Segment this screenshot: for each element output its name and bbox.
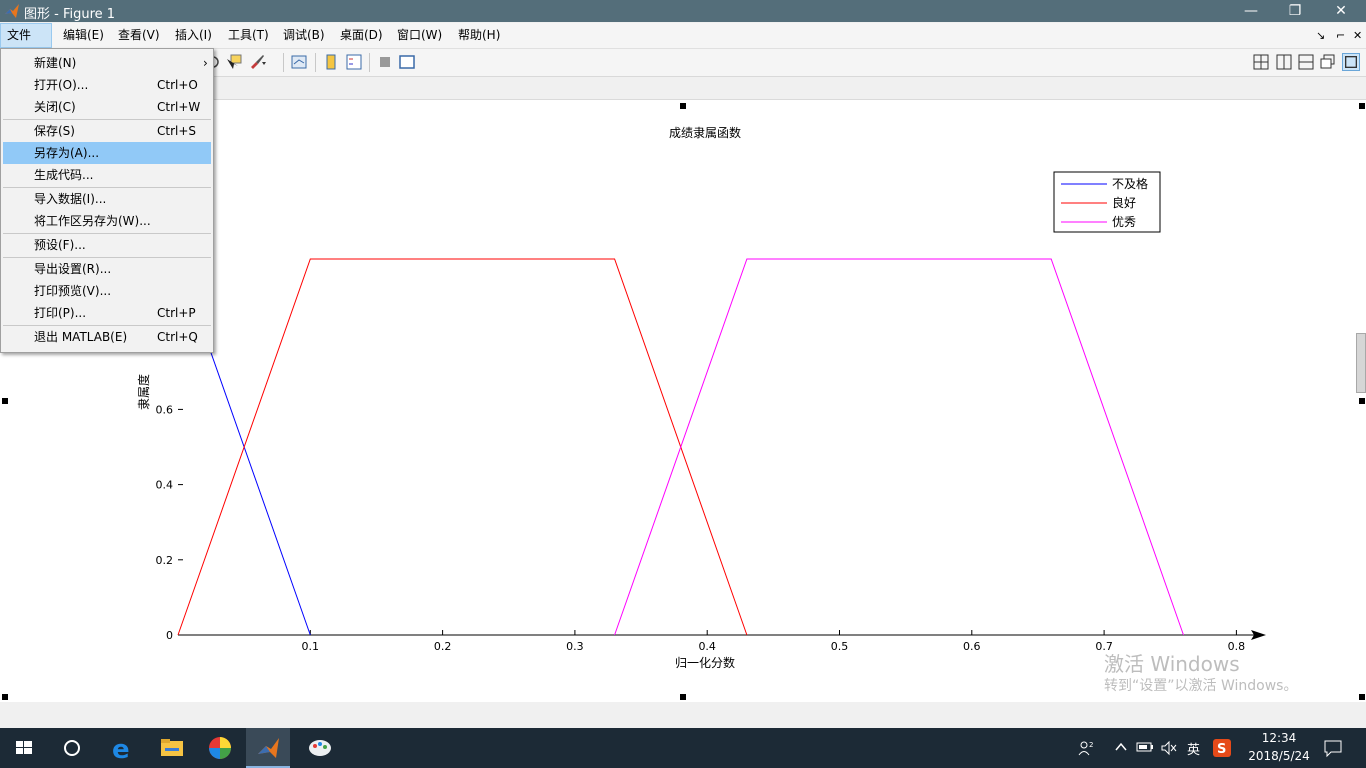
menu-item-close[interactable]: 关闭(C) Ctrl+W — [3, 96, 211, 118]
series-line-1 — [177, 258, 748, 636]
menu-item-print[interactable]: 打印(P)... Ctrl+P — [3, 302, 211, 324]
sogou-input-icon[interactable]: S — [1212, 738, 1232, 758]
volume-muted-icon[interactable] — [1160, 740, 1178, 756]
activation-watermark-text: 转到“设置”以激活 Windows。 — [1104, 678, 1298, 694]
file-menu-dropdown: 新建(N) › 打开(O)... Ctrl+O 关闭(C) Ctrl+W 保存(S) C… — [0, 48, 214, 353]
ime-indicator[interactable]: 英 — [1187, 739, 1200, 758]
tile-grid-icon[interactable] — [1252, 53, 1270, 71]
maximize-window-icon[interactable] — [1342, 53, 1360, 71]
side-scroll-handle[interactable] — [1356, 333, 1366, 393]
edge-browser-icon[interactable]: e — [98, 728, 146, 768]
notification-icon[interactable] — [1323, 738, 1343, 758]
tile-columns-icon[interactable] — [1275, 53, 1293, 71]
svg-text:2: 2 — [1089, 741, 1093, 749]
chevron-up-icon[interactable] — [1114, 740, 1128, 754]
series-group — [177, 258, 1184, 636]
menu-edit[interactable]: 编辑(E) — [57, 23, 110, 48]
x-tick-label: 0.4 — [698, 640, 716, 653]
window-title: 图形 - Figure 1 — [24, 7, 116, 22]
y-tick-label: 0.6 — [156, 403, 174, 416]
activation-watermark-title: 激活 Windows — [1104, 652, 1240, 676]
menu-view[interactable]: 查看(V) — [112, 23, 166, 48]
menu-help[interactable]: 帮助(H) — [452, 23, 506, 48]
file-explorer-icon[interactable] — [148, 728, 196, 768]
menu-tools[interactable]: 工具(T) — [222, 23, 275, 48]
menu-item-preferences[interactable]: 预设(F)... — [3, 234, 211, 256]
x-tick-label: 0.2 — [434, 640, 452, 653]
axes: 0.1 0.2 0.3 0.4 0.5 0.6 0.7 0.800.20.40.6 — [156, 403, 1266, 653]
legend-label-fail: 不及格 — [1112, 176, 1148, 191]
menu-insert[interactable]: 插入(I) — [169, 23, 218, 48]
paint-app-icon[interactable] — [296, 728, 344, 768]
close-button[interactable]: ✕ — [1318, 0, 1364, 22]
menu-item-exit[interactable]: 退出 MATLAB(E) Ctrl+Q — [3, 326, 211, 348]
svg-text:S: S — [1217, 742, 1226, 757]
data-cursor-icon[interactable] — [225, 53, 243, 71]
selection-handle[interactable] — [680, 694, 686, 700]
float-window-icon[interactable] — [1319, 53, 1337, 71]
clock-date[interactable]: 2018/5/24 — [1244, 749, 1314, 763]
selection-handle[interactable] — [1359, 694, 1365, 700]
x-tick-label: 0.3 — [566, 640, 584, 653]
matlab-taskbar-icon[interactable] — [246, 728, 294, 768]
menu-item-export-setup[interactable]: 导出设置(R)... — [3, 258, 211, 280]
y-axis-label: 隶属度 — [136, 374, 151, 410]
legend[interactable]: 不及格 良好 优秀 — [1053, 171, 1161, 233]
menu-debug[interactable]: 调试(B) — [277, 23, 331, 48]
menu-item-print-preview[interactable]: 打印预览(V)... — [3, 280, 211, 302]
windows-start-icon[interactable] — [0, 728, 48, 768]
y-tick-label: 0 — [166, 629, 173, 642]
brush-icon[interactable] — [248, 53, 266, 71]
x-tick-label: 0.6 — [963, 640, 981, 653]
submenu-arrow-icon: › — [203, 56, 208, 70]
menu-item-import-data[interactable]: 导入数据(I)... — [3, 188, 211, 210]
menu-item-generate-code[interactable]: 生成代码... — [3, 164, 211, 186]
menu-file[interactable]: 文件(F) — [0, 23, 52, 65]
svg-text:e: e — [112, 735, 130, 765]
show-tools-icon[interactable] — [398, 53, 416, 71]
restore-button[interactable]: ❐ — [1272, 0, 1318, 22]
people-icon[interactable]: 2 — [1076, 738, 1096, 758]
menu-close-icon[interactable]: ✕ — [1347, 23, 1366, 48]
menu-desktop[interactable]: 桌面(D) — [334, 23, 389, 48]
hide-tools-icon[interactable] — [376, 53, 394, 71]
y-tick-label: 0.4 — [156, 479, 174, 492]
windows-taskbar: e 2 英 S 12:34 2018/5/24 — [0, 728, 1366, 768]
menu-item-open[interactable]: 打开(O)... Ctrl+O — [3, 74, 211, 96]
chart-title: 成绩隶属函数 — [669, 125, 741, 140]
tile-rows-icon[interactable] — [1297, 53, 1315, 71]
dock-arrow-icon[interactable]: ↘ — [1310, 23, 1331, 48]
selection-handle[interactable] — [2, 398, 8, 404]
selection-handle[interactable] — [2, 694, 8, 700]
status-area — [0, 702, 1366, 728]
x-axis-label: 归一化分数 — [675, 655, 735, 670]
y-tick-label: 0.2 — [156, 554, 174, 567]
legend-icon[interactable] — [345, 53, 363, 71]
selection-handle[interactable] — [680, 103, 686, 109]
title-bar: 图形 - Figure 1 — ❐ ✕ — [0, 0, 1366, 22]
color-app-icon[interactable] — [196, 728, 244, 768]
menu-bar: 文件(F) 编辑(E) 查看(V) 插入(I) 工具(T) 调试(B) 桌面(D… — [0, 23, 1366, 65]
battery-icon[interactable] — [1136, 740, 1154, 754]
search-icon[interactable] — [48, 728, 96, 768]
x-tick-label: 0.5 — [831, 640, 849, 653]
series-line-2 — [614, 258, 1184, 636]
selection-handle[interactable] — [1359, 103, 1365, 109]
menu-item-new[interactable]: 新建(N) › — [3, 52, 211, 74]
link-plot-icon[interactable] — [290, 53, 308, 71]
menu-window[interactable]: 窗口(W) — [391, 23, 448, 48]
selection-handle[interactable] — [1359, 398, 1365, 404]
legend-label-excellent: 优秀 — [1112, 215, 1136, 229]
colorbar-icon[interactable] — [322, 53, 340, 71]
menu-item-save[interactable]: 保存(S) Ctrl+S — [3, 120, 211, 142]
x-tick-label: 0.1 — [302, 640, 320, 653]
clock-time[interactable]: 12:34 — [1249, 731, 1309, 745]
menu-item-save-as[interactable]: 另存为(A)... — [3, 142, 211, 164]
minimize-button[interactable]: — — [1228, 0, 1274, 22]
legend-label-good: 良好 — [1112, 195, 1136, 210]
matlab-icon — [5, 4, 19, 18]
menu-item-save-workspace[interactable]: 将工作区另存为(W)... — [3, 210, 211, 232]
